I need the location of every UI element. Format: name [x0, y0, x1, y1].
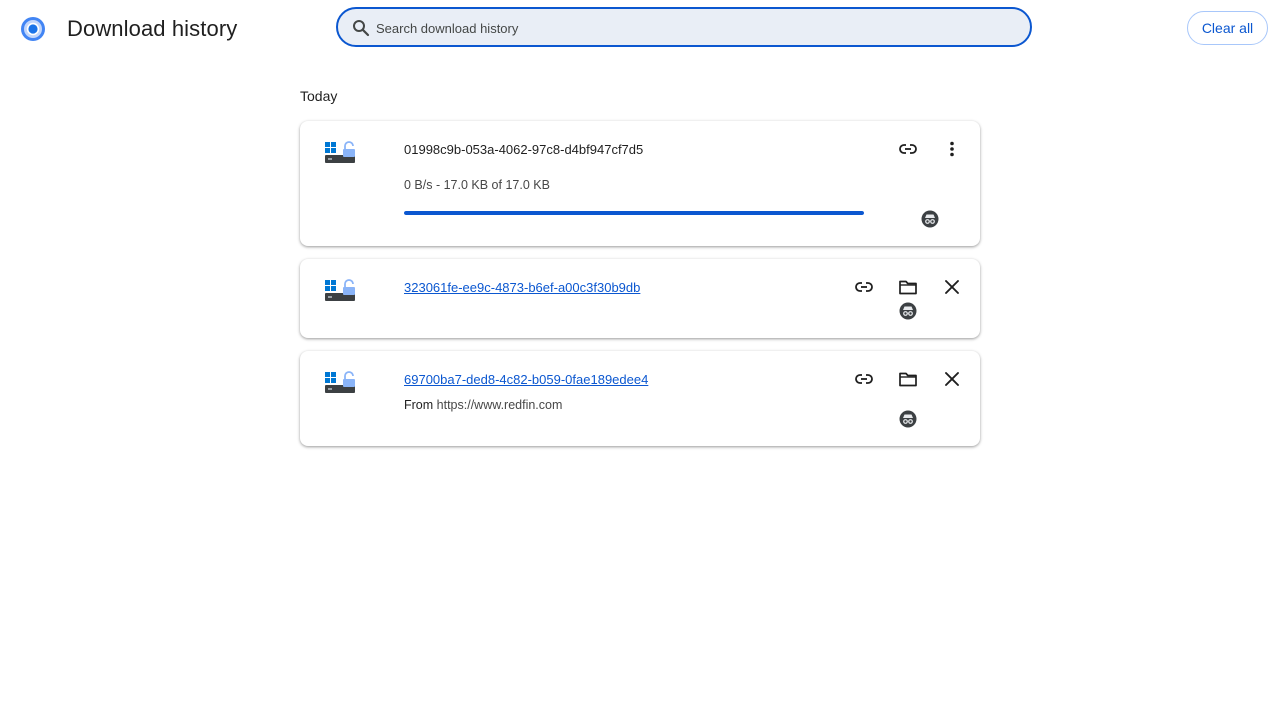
incognito-icon	[899, 302, 917, 320]
download-progress-fill	[404, 211, 864, 215]
remove-button[interactable]	[936, 271, 968, 303]
more-actions-button[interactable]	[936, 133, 968, 165]
top-bar: Download history Clear all	[0, 0, 1280, 60]
close-icon	[945, 372, 959, 386]
download-source: From https://www.redfin.com	[404, 398, 562, 412]
more-vert-icon	[950, 141, 954, 157]
copy-link-button[interactable]	[892, 133, 924, 165]
download-progress-bar	[404, 211, 864, 215]
link-icon	[855, 374, 873, 384]
file-type-icon	[325, 279, 355, 301]
folder-icon	[899, 372, 917, 387]
show-in-folder-button[interactable]	[892, 271, 924, 303]
download-item: 323061fe-ee9c-4873-b6ef-a00c3f30b9db	[300, 259, 980, 338]
download-item: 69700ba7-ded8-4c82-b059-0fae189edee4 Fro…	[300, 351, 980, 446]
search-input[interactable]	[374, 9, 1018, 47]
download-filename-link[interactable]: 323061fe-ee9c-4873-b6ef-a00c3f30b9db	[404, 280, 640, 295]
source-url: https://www.redfin.com	[436, 398, 563, 412]
close-icon	[945, 280, 959, 294]
section-label-today: Today	[300, 88, 338, 104]
file-type-icon	[325, 371, 355, 393]
search-icon	[353, 20, 370, 37]
download-status: 0 B/s - 17.0 KB of 17.0 KB	[404, 178, 550, 192]
page-title: Download history	[67, 16, 238, 41]
link-icon	[899, 144, 917, 154]
link-icon	[855, 282, 873, 292]
remove-button[interactable]	[936, 363, 968, 395]
incognito-icon	[899, 410, 917, 428]
copy-link-button[interactable]	[848, 271, 880, 303]
download-filename: 01998c9b-053a-4062-97c8-d4bf947cf7d5	[404, 142, 644, 157]
copy-link-button[interactable]	[848, 363, 880, 395]
from-label: From	[404, 398, 434, 412]
incognito-icon	[921, 210, 939, 228]
chrome-logo-icon	[21, 17, 45, 41]
file-type-icon	[325, 141, 355, 163]
download-filename-link[interactable]: 69700ba7-ded8-4c82-b059-0fae189edee4	[404, 372, 648, 387]
clear-all-button[interactable]: Clear all	[1187, 11, 1268, 45]
show-in-folder-button[interactable]	[892, 363, 924, 395]
download-item: 01998c9b-053a-4062-97c8-d4bf947cf7d5 0 B…	[300, 121, 980, 246]
folder-icon	[899, 280, 917, 295]
search-box[interactable]	[336, 7, 1032, 47]
